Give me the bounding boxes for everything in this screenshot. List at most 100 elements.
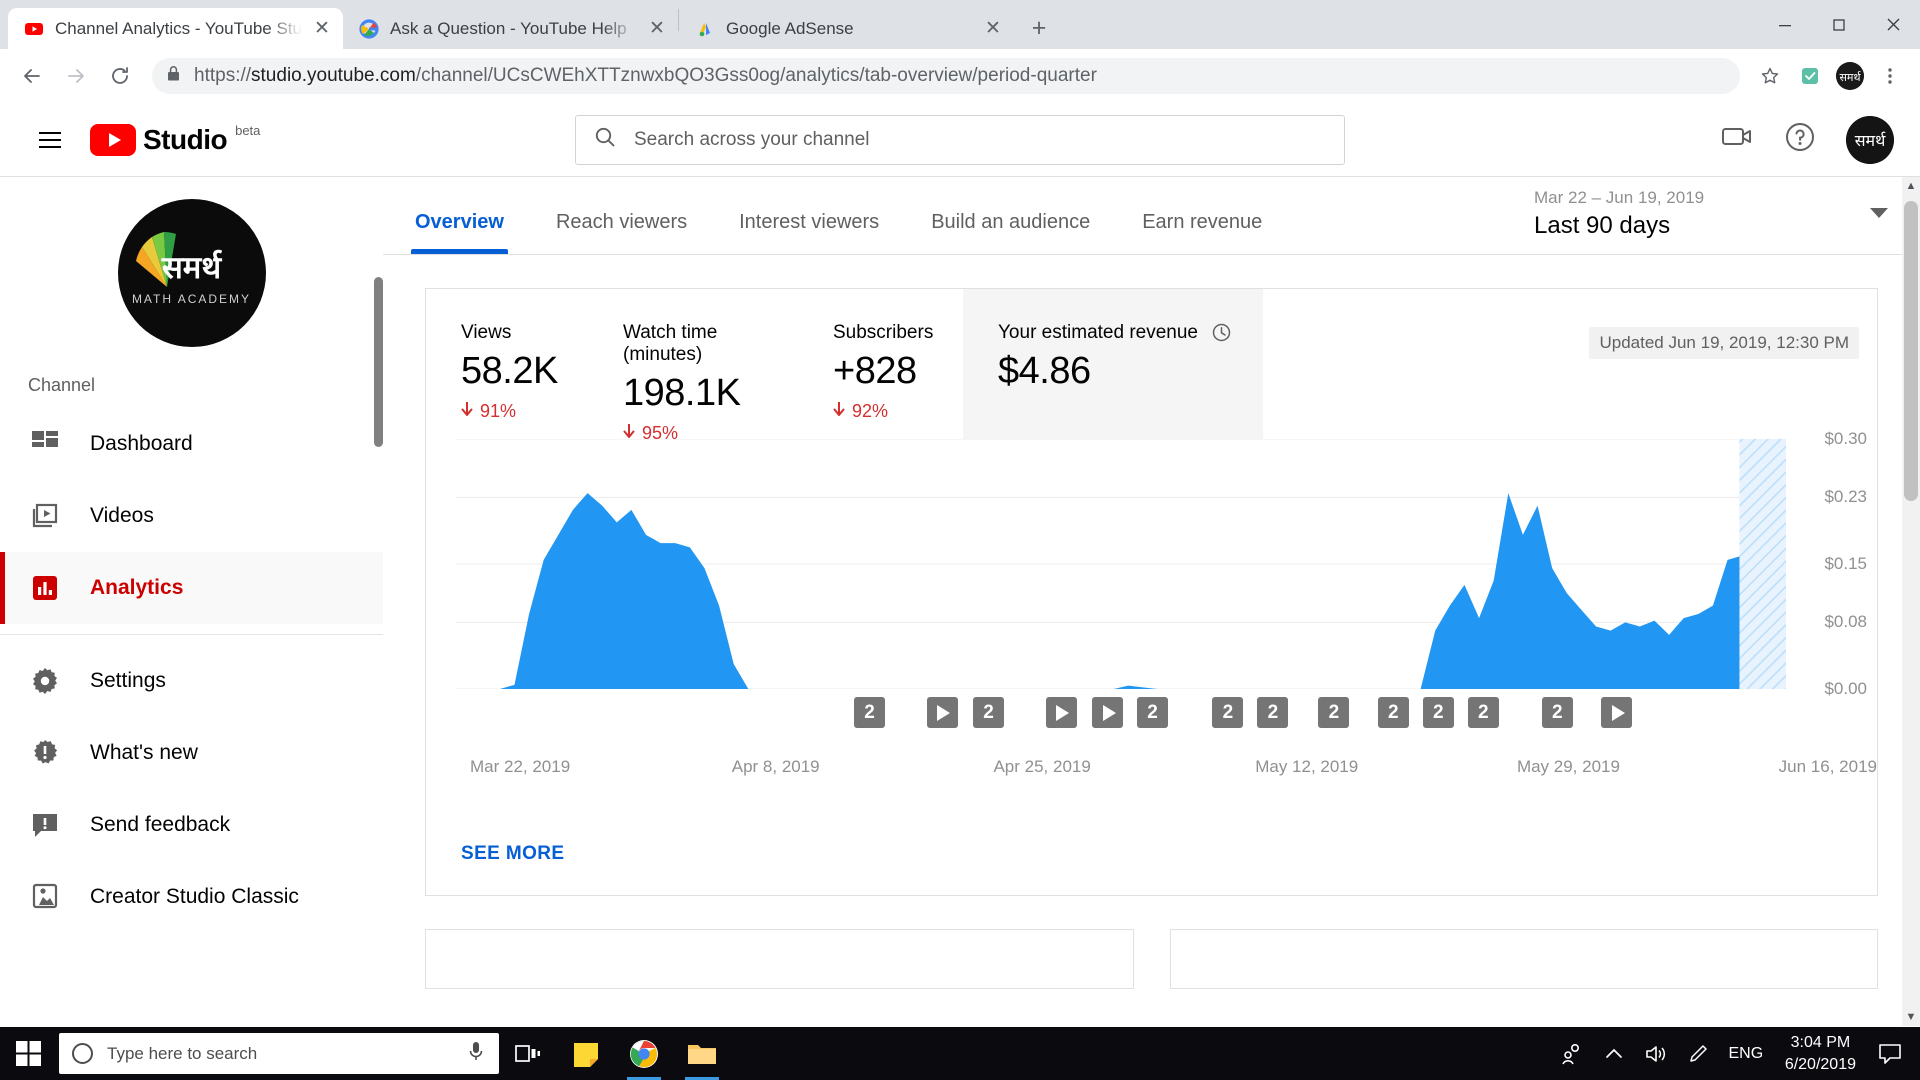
pen-icon[interactable]: [1677, 1027, 1719, 1080]
studio-body: समर्थ MATH ACADEMY Channel Dashboard Vid…: [0, 177, 1920, 1026]
studio-logo-word: Studio: [143, 123, 228, 155]
file-explorer-icon[interactable]: [673, 1027, 731, 1080]
forward-arrow-icon[interactable]: [56, 56, 96, 96]
page-scrollbar-thumb[interactable]: [1904, 201, 1918, 501]
address-bar[interactable]: https://studio.youtube.com/channel/UCsCW…: [152, 58, 1740, 94]
sidebar-item-settings[interactable]: Settings: [0, 645, 383, 717]
help-icon[interactable]: [1784, 121, 1816, 158]
video-marker-count[interactable]: 2: [1467, 697, 1499, 728]
search-input[interactable]: [634, 128, 1326, 151]
browser-tab-0[interactable]: Channel Analytics - YouTube Stud ✕: [8, 8, 343, 49]
metric-label: Subscribers: [833, 322, 934, 343]
close-icon[interactable]: ✕: [313, 19, 331, 38]
star-icon[interactable]: [1752, 58, 1788, 94]
close-icon[interactable]: ✕: [648, 19, 666, 38]
studio-logo[interactable]: Studio beta: [90, 123, 260, 156]
browser-tab-2[interactable]: Google AdSense ✕: [679, 8, 1014, 49]
minimize-icon[interactable]: [1758, 0, 1812, 49]
back-arrow-icon[interactable]: [12, 56, 52, 96]
tab-build-an-audience[interactable]: Build an audience: [931, 211, 1090, 254]
metric-value: 198.1K: [623, 372, 741, 414]
video-marker-count[interactable]: 2: [1212, 697, 1244, 728]
browser-tab-1[interactable]: Ask a Question - YouTube Help ✕: [343, 8, 678, 49]
sidebar-item-send-feedback[interactable]: Send feedback: [0, 789, 383, 861]
hamburger-menu-icon[interactable]: [26, 116, 74, 164]
dashboard-icon: [28, 427, 62, 461]
address-bar-url: https://studio.youtube.com/channel/UCsCW…: [194, 65, 1097, 86]
language-indicator[interactable]: ENG: [1719, 1027, 1773, 1080]
channel-logo-text: समर्थ: [161, 250, 222, 285]
video-marker-play-icon[interactable]: [1045, 697, 1077, 728]
chart-x-tick-label: Apr 25, 2019: [993, 757, 1091, 776]
avatar: समर्थ: [1836, 62, 1864, 90]
metric-subscribers[interactable]: Subscribers +828 92%: [798, 289, 963, 439]
video-marker-play-icon[interactable]: [1601, 697, 1633, 728]
windows-start-icon[interactable]: [0, 1027, 57, 1080]
secondary-cards-row: [425, 929, 1878, 989]
scroll-up-arrow-icon[interactable]: ▲: [1902, 177, 1920, 195]
video-marker-count[interactable]: 2: [1257, 697, 1289, 728]
sidebar-divider: [0, 634, 383, 635]
video-marker-count[interactable]: 2: [1136, 697, 1168, 728]
video-marker-count[interactable]: 2: [1377, 697, 1409, 728]
metric-watch-time[interactable]: Watch time (minutes) 198.1K 95%: [588, 289, 798, 443]
sidebar-item-label: What's new: [90, 741, 198, 764]
header-actions: समर्थ: [1720, 115, 1894, 164]
video-marker-play-icon[interactable]: [926, 697, 958, 728]
see-more-button[interactable]: SEE MORE: [461, 843, 565, 865]
maximize-icon[interactable]: [1812, 0, 1866, 49]
extension-icon[interactable]: [1792, 58, 1828, 94]
metric-label: Your estimated revenue: [998, 322, 1263, 344]
metric-estimated-revenue[interactable]: Your estimated revenue $4.86: [963, 289, 1263, 439]
close-icon[interactable]: ✕: [984, 19, 1002, 38]
youtube-icon: [24, 19, 44, 39]
taskbar-clock[interactable]: 3:04 PM 6/20/2019: [1773, 1032, 1868, 1075]
reload-icon[interactable]: [100, 56, 140, 96]
tab-interest-viewers[interactable]: Interest viewers: [739, 211, 879, 254]
new-tab-button[interactable]: +: [1022, 11, 1056, 45]
sidebar-item-whats-new[interactable]: What's new: [0, 717, 383, 789]
sidebar-item-videos[interactable]: Videos: [0, 480, 383, 552]
video-marker-count[interactable]: 2: [854, 697, 886, 728]
revenue-chart: $0.30 $0.23 $0.15 $0.08 $0.00 2222222222: [426, 429, 1877, 749]
profile-avatar[interactable]: समर्थ: [1832, 58, 1868, 94]
action-center-icon[interactable]: [1868, 1027, 1912, 1080]
browser-tab-title-2: Google AdSense: [726, 18, 854, 38]
metric-views[interactable]: Views 58.2K 91%: [426, 289, 588, 439]
page-scrollbar[interactable]: ▲ ▼: [1902, 177, 1920, 1026]
chevron-down-icon[interactable]: [1870, 208, 1888, 218]
sticky-notes-icon[interactable]: [557, 1027, 615, 1080]
taskbar-search-box[interactable]: Type here to search: [59, 1033, 499, 1074]
sidebar-scrollbar[interactable]: [374, 277, 383, 447]
date-range-selector[interactable]: Mar 22 – Jun 19, 2019 Last 90 days: [1534, 188, 1894, 240]
video-marker-count[interactable]: 2: [1422, 697, 1454, 728]
video-marker-count[interactable]: 2: [973, 697, 1005, 728]
people-icon[interactable]: [1551, 1027, 1593, 1080]
account-avatar[interactable]: समर्थ: [1846, 115, 1894, 164]
updated-timestamp: Updated Jun 19, 2019, 12:30 PM: [1589, 327, 1859, 359]
microphone-icon[interactable]: [466, 1040, 486, 1067]
task-view-icon[interactable]: [499, 1027, 557, 1080]
tab-overview[interactable]: Overview: [411, 211, 508, 254]
volume-icon[interactable]: [1635, 1027, 1677, 1080]
sidebar-item-creator-studio-classic[interactable]: Creator Studio Classic: [0, 861, 383, 933]
chrome-icon[interactable]: [615, 1027, 673, 1080]
close-icon[interactable]: [1866, 0, 1920, 49]
tab-reach-viewers[interactable]: Reach viewers: [556, 211, 687, 254]
sidebar-item-analytics[interactable]: Analytics: [0, 552, 383, 624]
video-marker-count[interactable]: 2: [1541, 697, 1573, 728]
create-video-icon[interactable]: [1720, 120, 1754, 159]
secondary-card-right[interactable]: [1169, 929, 1878, 989]
video-marker-play-icon[interactable]: [1092, 697, 1123, 728]
sidebar-item-dashboard[interactable]: Dashboard: [0, 408, 383, 480]
show-hidden-icons-icon[interactable]: [1593, 1027, 1635, 1080]
analytics-icon: [28, 571, 62, 605]
tab-earn-revenue[interactable]: Earn revenue: [1142, 211, 1262, 254]
video-marker-count[interactable]: 2: [1318, 697, 1350, 728]
secondary-card-left[interactable]: [425, 929, 1134, 989]
more-menu-icon[interactable]: [1872, 58, 1908, 94]
channel-search-box[interactable]: [575, 114, 1345, 165]
clock-icon[interactable]: [1212, 323, 1231, 342]
window-controls: [1758, 0, 1920, 49]
scroll-down-arrow-icon[interactable]: ▼: [1902, 1008, 1920, 1026]
